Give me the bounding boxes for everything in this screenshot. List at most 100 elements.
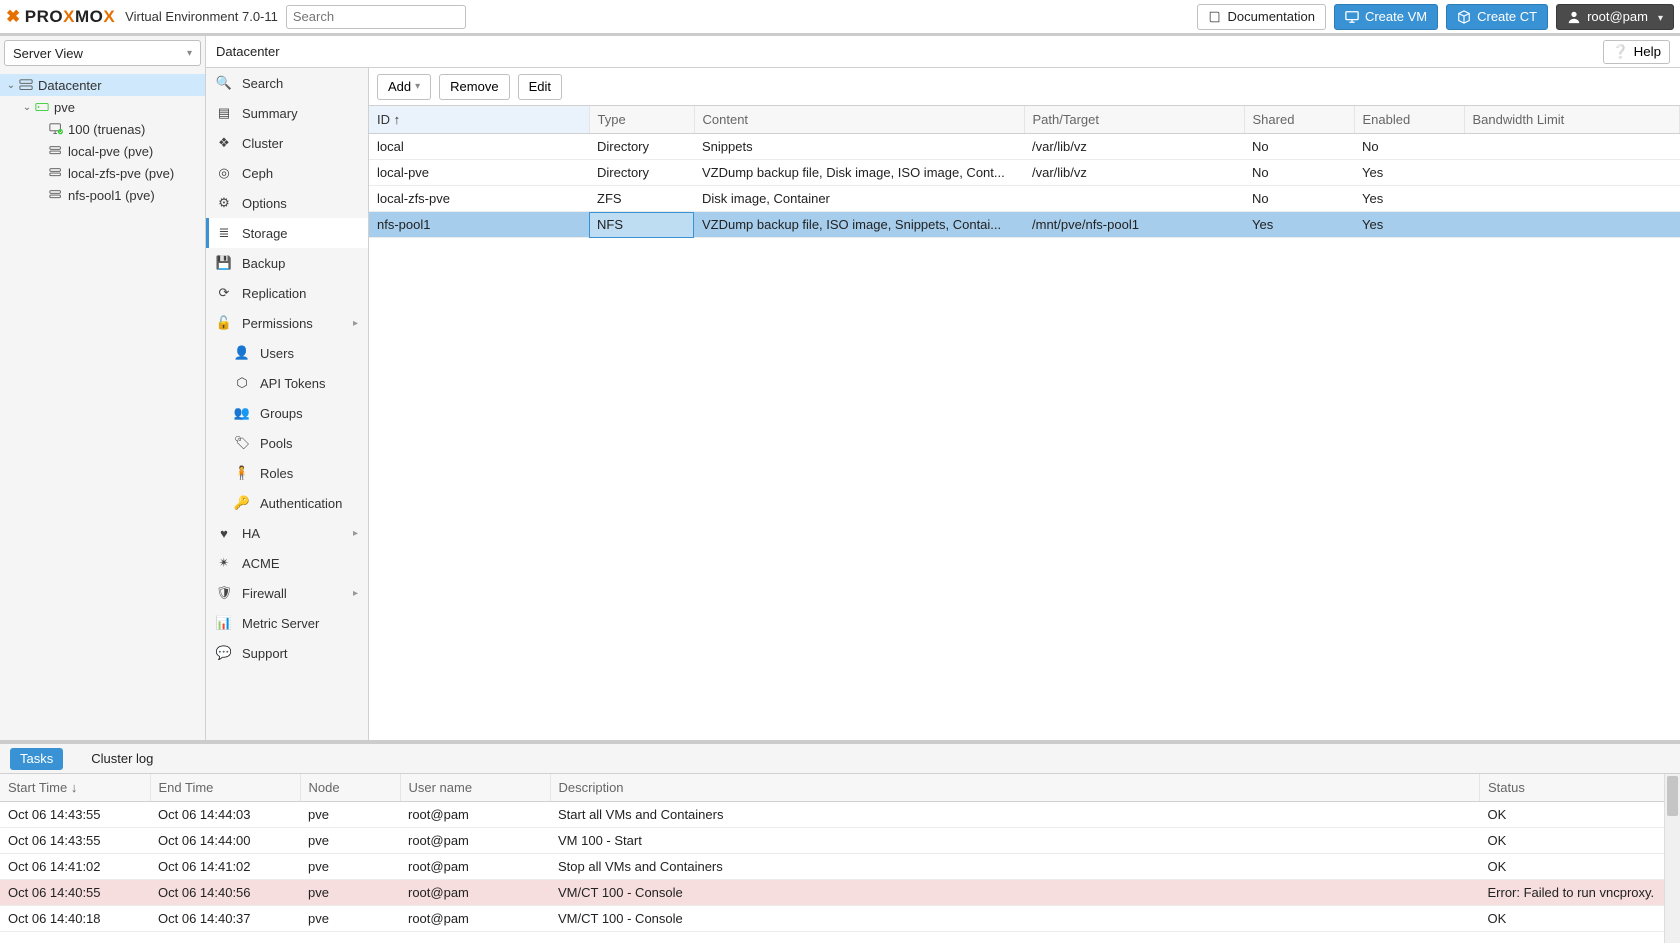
table-row[interactable]: nfs-pool1NFSVZDump backup file, ISO imag… [369,212,1680,238]
nav-label: Support [242,646,288,661]
help-button[interactable]: ❔ Help [1603,40,1670,64]
nav-item-authentication[interactable]: 🔑Authentication [206,488,368,518]
search-input[interactable] [286,5,466,29]
monitor-icon [1345,10,1359,24]
table-row[interactable]: local-pveDirectoryVZDump backup file, Di… [369,160,1680,186]
nav-item-roles[interactable]: 🧍Roles [206,458,368,488]
key-icon: 🔑 [234,495,250,511]
nav-label: Roles [260,466,293,481]
tree-datacenter[interactable]: ⌄ Datacenter [0,74,205,96]
book-icon [1208,10,1222,24]
nav-item-api-tokens[interactable]: ⬡API Tokens [206,368,368,398]
nav-item-permissions[interactable]: 🔓Permissions▸ [206,308,368,338]
nav-item-ha[interactable]: ♥HA▸ [206,518,368,548]
nav-item-summary[interactable]: ▤Summary [206,98,368,128]
col-header[interactable]: User name [400,774,550,802]
refresh-icon: ⟳ [216,285,232,301]
shield-icon: 🛡 [216,585,232,601]
breadcrumb: Datacenter [216,44,280,59]
user-icon: 👤 [234,345,250,361]
table-row[interactable]: localDirectorySnippets/var/lib/vzNoNo [369,134,1680,160]
log-body: Start Time ↓End TimeNodeUser nameDescrip… [0,774,1680,943]
view-selector[interactable]: Server View ▾ [4,40,201,66]
storage-icon [48,143,64,159]
user-label: root@pam [1587,9,1648,24]
logo: ✖ PROXMOX [6,7,115,27]
create-vm-button[interactable]: Create VM [1334,4,1438,30]
chat-icon: 💬 [216,645,232,661]
col-header[interactable]: Content [694,106,1024,134]
col-header[interactable]: Node [300,774,400,802]
view-selector-label: Server View [13,46,83,61]
nav-item-storage[interactable]: ≣Storage [206,218,368,248]
collapse-icon[interactable]: ⌄ [20,102,34,113]
nav-item-replication[interactable]: ⟳ Replication [206,278,368,308]
chevron-right-icon: ▸ [353,588,358,599]
nav-label: Metric Server [242,616,319,631]
table-row[interactable]: Oct 06 14:43:55Oct 06 14:44:00pveroot@pa… [0,828,1680,854]
tab-tasks[interactable]: Tasks [10,748,63,770]
col-header[interactable]: Bandwidth Limit [1464,106,1680,134]
col-header[interactable]: Enabled [1354,106,1464,134]
nav-item-users[interactable]: 👤 Users [206,338,368,368]
nav-label: HA [242,526,260,541]
table-row[interactable]: Oct 06 14:40:55Oct 06 14:40:56pveroot@pa… [0,880,1680,906]
nav-label: Summary [242,106,298,121]
remove-button[interactable]: Remove [439,74,509,100]
nav-item-cluster[interactable]: ❖Cluster [206,128,368,158]
nav-label: Backup [242,256,285,271]
center-pane: Datacenter ❔ Help 🔍 Search ▤Summary❖Cluste… [206,36,1680,740]
tree-storage-local-zfs[interactable]: local-zfs-pve (pve) [0,162,205,184]
user-menu-button[interactable]: root@pam [1556,4,1674,30]
table-row[interactable]: Oct 06 14:40:18Oct 06 14:40:37pveroot@pa… [0,906,1680,932]
scrollbar[interactable] [1664,774,1680,943]
table-row[interactable]: Oct 06 14:43:55Oct 06 14:44:03pveroot@pa… [0,802,1680,828]
col-header[interactable]: Status [1480,774,1680,802]
col-header[interactable]: Type [589,106,694,134]
col-header[interactable]: ID ↑ [369,106,589,134]
nav-item-options[interactable]: ⚙Options [206,188,368,218]
col-header[interactable]: Path/Target [1024,106,1244,134]
center-body: 🔍 Search ▤Summary❖Cluster◎Ceph⚙Options≣Sto… [206,68,1680,740]
group-icon: 👥 [234,405,250,421]
edit-label: Edit [529,79,551,94]
scrollbar-thumb[interactable] [1667,776,1678,816]
edit-button[interactable]: Edit [518,74,562,100]
cert-icon: ✴ [216,555,232,571]
tree-storage-nfs-pool1[interactable]: nfs-pool1 (pve) [0,184,205,206]
col-header[interactable]: Shared [1244,106,1354,134]
content-pane: Add ▾ Remove Edit ID ↑TypeContentPath/Ta… [369,68,1680,740]
collapse-icon[interactable]: ⌄ [4,80,18,91]
nav-item-support[interactable]: 💬 Support [206,638,368,668]
nav-item-firewall[interactable]: 🛡Firewall▸ [206,578,368,608]
create-ct-button[interactable]: Create CT [1446,4,1548,30]
nav-label: Replication [242,286,306,301]
documentation-button[interactable]: Documentation [1197,4,1326,30]
tree-node-pve[interactable]: ⌄ pve [0,96,205,118]
col-header[interactable]: End Time [150,774,300,802]
col-header[interactable]: Description [550,774,1480,802]
nav-item-search[interactable]: 🔍 Search [206,68,368,98]
nav-item-ceph[interactable]: ◎Ceph [206,158,368,188]
tree-storage-local-pve[interactable]: local-pve (pve) [0,140,205,162]
main: Server View ▾ ⌄ Datacenter ⌄ pve [0,36,1680,740]
add-button[interactable]: Add ▾ [377,74,431,100]
storage-grid: ID ↑TypeContentPath/TargetSharedEnabledB… [369,106,1680,740]
table-row[interactable]: local-zfs-pveZFSDisk image, ContainerNoY… [369,186,1680,212]
nav-label: Search [242,76,283,91]
nav-item-metric-server[interactable]: 📊Metric Server [206,608,368,638]
nav-item-backup[interactable]: 💾Backup [206,248,368,278]
table-row[interactable]: Oct 06 14:41:02Oct 06 14:41:02pveroot@pa… [0,854,1680,880]
col-header[interactable]: Start Time ↓ [0,774,150,802]
nav-item-pools[interactable]: 🏷Pools [206,428,368,458]
nav-item-groups[interactable]: 👥Groups [206,398,368,428]
config-nav: 🔍 Search ▤Summary❖Cluster◎Ceph⚙Options≣Sto… [206,68,369,740]
storage-table: ID ↑TypeContentPath/TargetSharedEnabledB… [369,106,1680,238]
nav-item-acme[interactable]: ✴ACME [206,548,368,578]
search-icon: 🔍 [216,75,232,91]
tree-vm-100[interactable]: 100 (truenas) [0,118,205,140]
tree-label: local-zfs-pve (pve) [68,166,174,181]
log-table: Start Time ↓End TimeNodeUser nameDescrip… [0,774,1680,932]
nav-label: Users [260,346,294,361]
tab-cluster-log[interactable]: Cluster log [81,748,163,770]
